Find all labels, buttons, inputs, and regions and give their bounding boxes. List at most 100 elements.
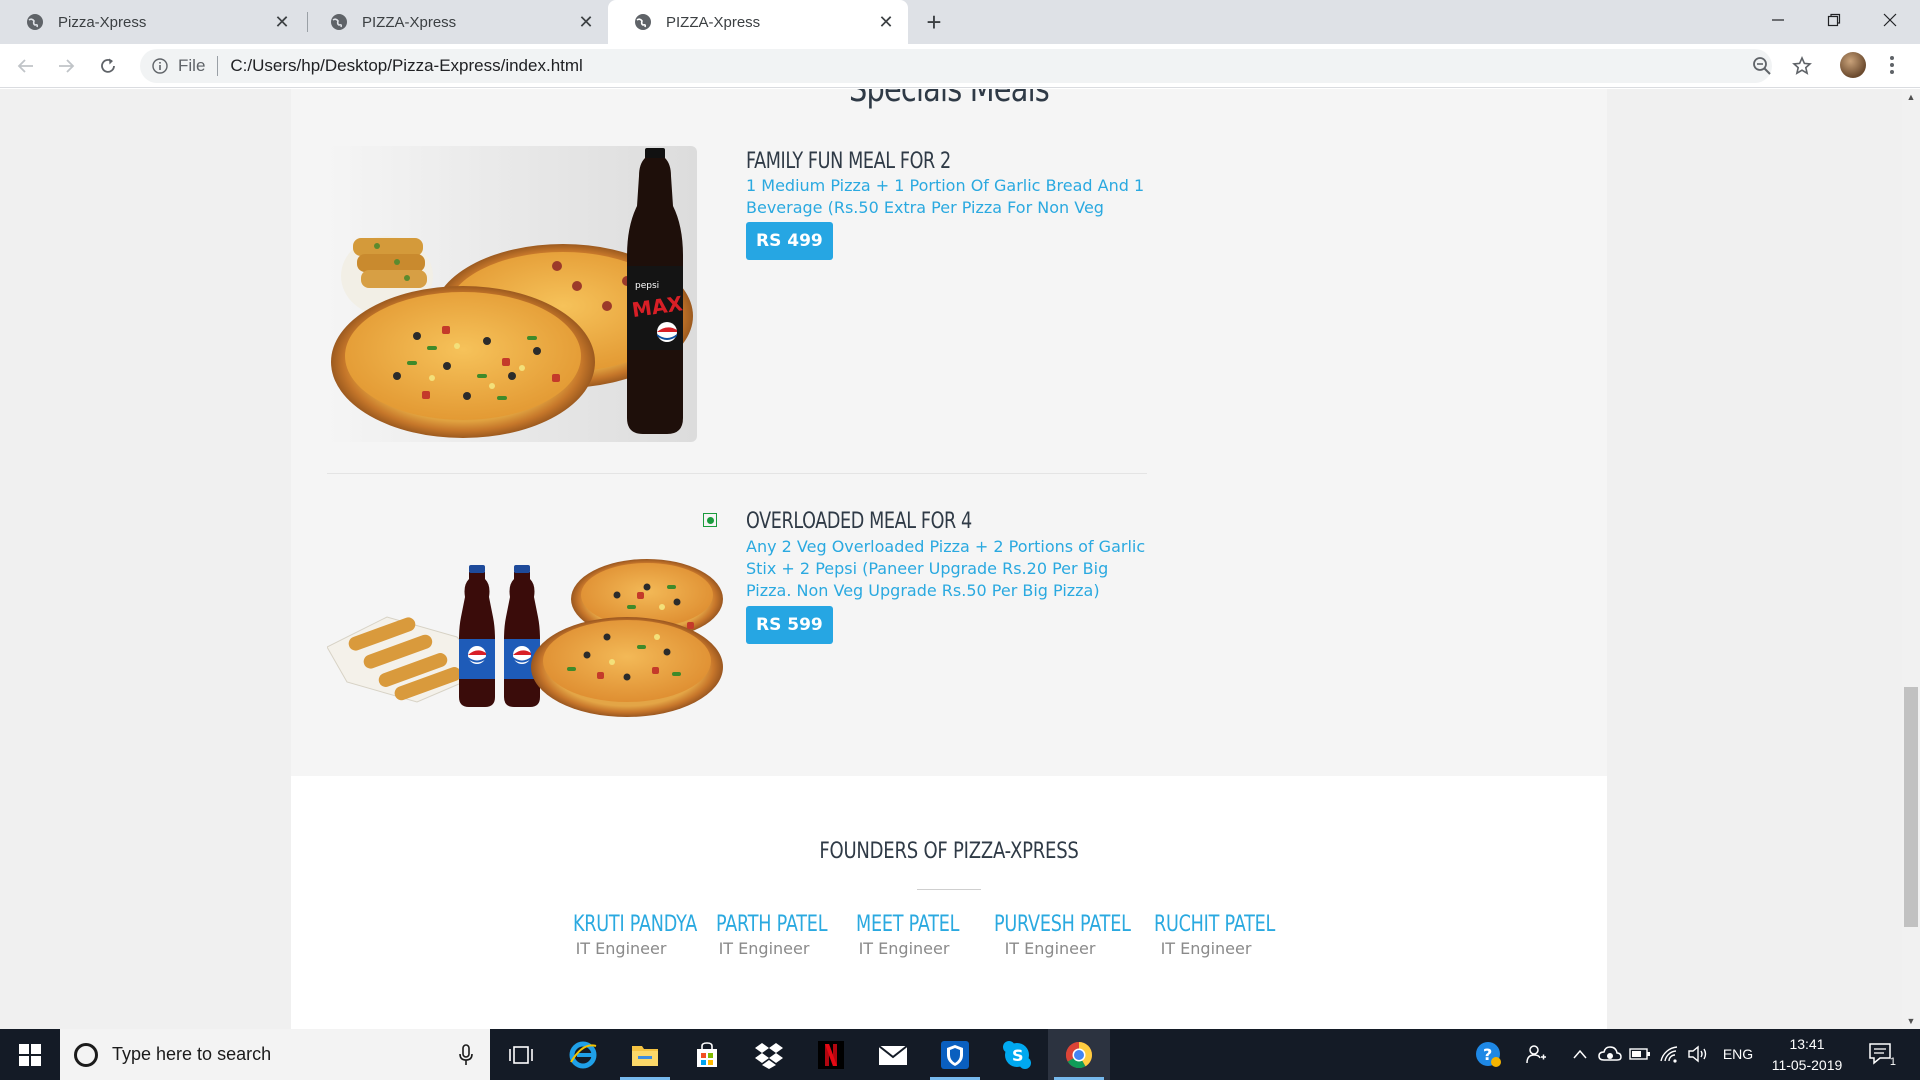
mail-button[interactable] bbox=[862, 1029, 924, 1080]
forward-button[interactable] bbox=[50, 50, 82, 82]
volume-tray-button[interactable] bbox=[1686, 1042, 1710, 1066]
new-tab-button[interactable]: + bbox=[918, 6, 950, 38]
pizza-and-pepsi-max-image: pepsi MAX bbox=[327, 146, 697, 442]
arrow-right-icon bbox=[59, 59, 75, 73]
onedrive-tray-button[interactable] bbox=[1598, 1042, 1622, 1066]
skype-button[interactable]: S bbox=[986, 1029, 1048, 1080]
scroll-down-arrow[interactable]: ▼ bbox=[1902, 1013, 1920, 1029]
meal-image: pepsi MAX bbox=[327, 146, 697, 442]
scheme-label: File bbox=[178, 56, 206, 75]
zoom-icon bbox=[1753, 57, 1771, 75]
action-center-button[interactable]: 1 bbox=[1866, 1040, 1896, 1068]
page-viewport: Specials Meals pepsi MAX FAMILY FUN MEAL… bbox=[0, 89, 1902, 1029]
svg-text:?: ? bbox=[1483, 1045, 1492, 1064]
speaker-icon bbox=[1688, 1045, 1707, 1063]
close-tab-icon[interactable]: ✕ bbox=[272, 12, 292, 32]
menu-dot bbox=[1890, 56, 1894, 60]
bookmark-button[interactable] bbox=[1790, 54, 1814, 78]
dropbox-icon bbox=[755, 1042, 783, 1069]
scroll-up-arrow[interactable]: ▲ bbox=[1902, 89, 1920, 105]
arrow-left-icon bbox=[17, 59, 33, 73]
browser-tab[interactable]: PIZZA-Xpress ✕ bbox=[304, 0, 608, 44]
founder-role: IT Engineer bbox=[858, 939, 950, 958]
close-window-button[interactable] bbox=[1860, 0, 1920, 40]
browser-toolbar: File C:/Users/hp/Desktop/Pizza-Express/i… bbox=[0, 44, 1920, 88]
browser-tab-active[interactable]: PIZZA-Xpress ✕ bbox=[608, 0, 908, 44]
address-bar[interactable]: File C:/Users/hp/Desktop/Pizza-Express/i… bbox=[140, 49, 1772, 83]
start-button[interactable] bbox=[0, 1029, 60, 1080]
help-tray-button[interactable]: ? bbox=[1474, 1040, 1502, 1068]
show-hidden-icons-button[interactable] bbox=[1568, 1042, 1592, 1066]
page-container: Specials Meals pepsi MAX FAMILY FUN MEAL… bbox=[291, 89, 1607, 1029]
tab-title: PIZZA-Xpress bbox=[362, 13, 457, 31]
wifi-icon bbox=[1660, 1046, 1678, 1063]
founder-card: KRUTI PANDYA IT Engineer bbox=[561, 912, 697, 958]
language-indicator[interactable]: ENG bbox=[1720, 1042, 1756, 1066]
microphone-icon[interactable] bbox=[456, 1043, 476, 1067]
task-view-icon bbox=[509, 1045, 533, 1064]
reload-button[interactable] bbox=[92, 50, 124, 82]
clock-date: 11-05-2019 bbox=[1771, 1057, 1843, 1073]
page-scrollbar[interactable]: ▲ ▼ bbox=[1902, 89, 1920, 1029]
people-tray-button[interactable] bbox=[1524, 1042, 1548, 1066]
cortana-icon bbox=[74, 1042, 98, 1067]
founder-role: IT Engineer bbox=[1160, 939, 1252, 958]
address-divider bbox=[217, 56, 219, 76]
founder-name[interactable]: MEET PATEL bbox=[856, 912, 959, 937]
specials-heading: Specials Meals bbox=[849, 89, 1050, 110]
minimize-icon bbox=[1772, 19, 1784, 21]
search-placeholder: Type here to search bbox=[112, 1044, 272, 1064]
security-app-button[interactable] bbox=[924, 1029, 986, 1080]
meal-description: Any 2 Veg Overloaded Pizza + 2 Portions … bbox=[746, 537, 1146, 600]
windows-taskbar: Type here to search S ? ENG 13:41 11-05-… bbox=[0, 1029, 1920, 1080]
mail-icon bbox=[878, 1044, 908, 1065]
system-clock[interactable]: 13:41 11-05-2019 bbox=[1762, 1034, 1852, 1076]
close-icon bbox=[1883, 13, 1897, 27]
tab-title: PIZZA-Xpress bbox=[666, 13, 761, 31]
chrome-button[interactable] bbox=[1048, 1029, 1110, 1080]
zoom-button[interactable] bbox=[1750, 54, 1774, 78]
close-tab-icon[interactable]: ✕ bbox=[876, 12, 896, 32]
svg-text:pepsi: pepsi bbox=[635, 281, 659, 291]
profile-avatar[interactable] bbox=[1840, 52, 1866, 78]
founder-name[interactable]: RUCHIT PATEL bbox=[1154, 912, 1275, 937]
founder-card: PURVESH PATEL IT Engineer bbox=[980, 912, 1131, 958]
founders-section: FOUNDERS OF PIZZA-XPRESS KRUTI PANDYA IT… bbox=[291, 776, 1607, 1029]
founder-name[interactable]: KRUTI PANDYA bbox=[573, 912, 697, 937]
founder-card: MEET PATEL IT Engineer bbox=[844, 912, 964, 958]
netflix-button[interactable] bbox=[800, 1029, 862, 1080]
back-button[interactable] bbox=[10, 50, 42, 82]
browser-menu-button[interactable] bbox=[1882, 52, 1902, 78]
task-view-button[interactable] bbox=[490, 1029, 552, 1080]
founder-name[interactable]: PARTH PATEL bbox=[716, 912, 828, 937]
taskbar-search-box[interactable]: Type here to search bbox=[60, 1029, 490, 1080]
globe-icon bbox=[635, 14, 651, 30]
microsoft-store-button[interactable] bbox=[676, 1029, 738, 1080]
shield-icon bbox=[941, 1040, 969, 1069]
windows-logo-icon bbox=[19, 1043, 41, 1066]
reload-icon bbox=[101, 58, 115, 73]
founder-role: IT Engineer bbox=[718, 939, 810, 958]
globe-icon bbox=[27, 14, 43, 30]
restore-button[interactable] bbox=[1804, 0, 1864, 40]
meal-title: OVERLOADED MEAL FOR 4 bbox=[746, 509, 972, 534]
wifi-tray-button[interactable] bbox=[1658, 1042, 1682, 1066]
dropbox-button[interactable] bbox=[738, 1029, 800, 1080]
file-explorer-button[interactable] bbox=[614, 1029, 676, 1080]
meal-price-button[interactable]: RS 599 bbox=[746, 606, 833, 644]
founder-role: IT Engineer bbox=[1004, 939, 1096, 958]
chrome-icon bbox=[1065, 1041, 1093, 1068]
internet-explorer-button[interactable] bbox=[552, 1029, 614, 1080]
meal-price-button[interactable]: RS 499 bbox=[746, 222, 833, 260]
url-text[interactable]: C:/Users/hp/Desktop/Pizza-Express/index.… bbox=[230, 56, 582, 76]
notification-count: 1 bbox=[1889, 1056, 1896, 1068]
info-icon[interactable] bbox=[152, 58, 168, 74]
browser-tab[interactable]: Pizza-Xpress ✕ bbox=[0, 0, 304, 44]
scroll-thumb[interactable] bbox=[1904, 687, 1918, 927]
meal-divider bbox=[327, 473, 1147, 474]
close-tab-icon[interactable]: ✕ bbox=[576, 12, 596, 32]
minimize-button[interactable] bbox=[1748, 0, 1808, 40]
founder-role: IT Engineer bbox=[575, 939, 667, 958]
battery-tray-button[interactable] bbox=[1628, 1042, 1652, 1066]
founder-name[interactable]: PURVESH PATEL bbox=[994, 912, 1131, 937]
